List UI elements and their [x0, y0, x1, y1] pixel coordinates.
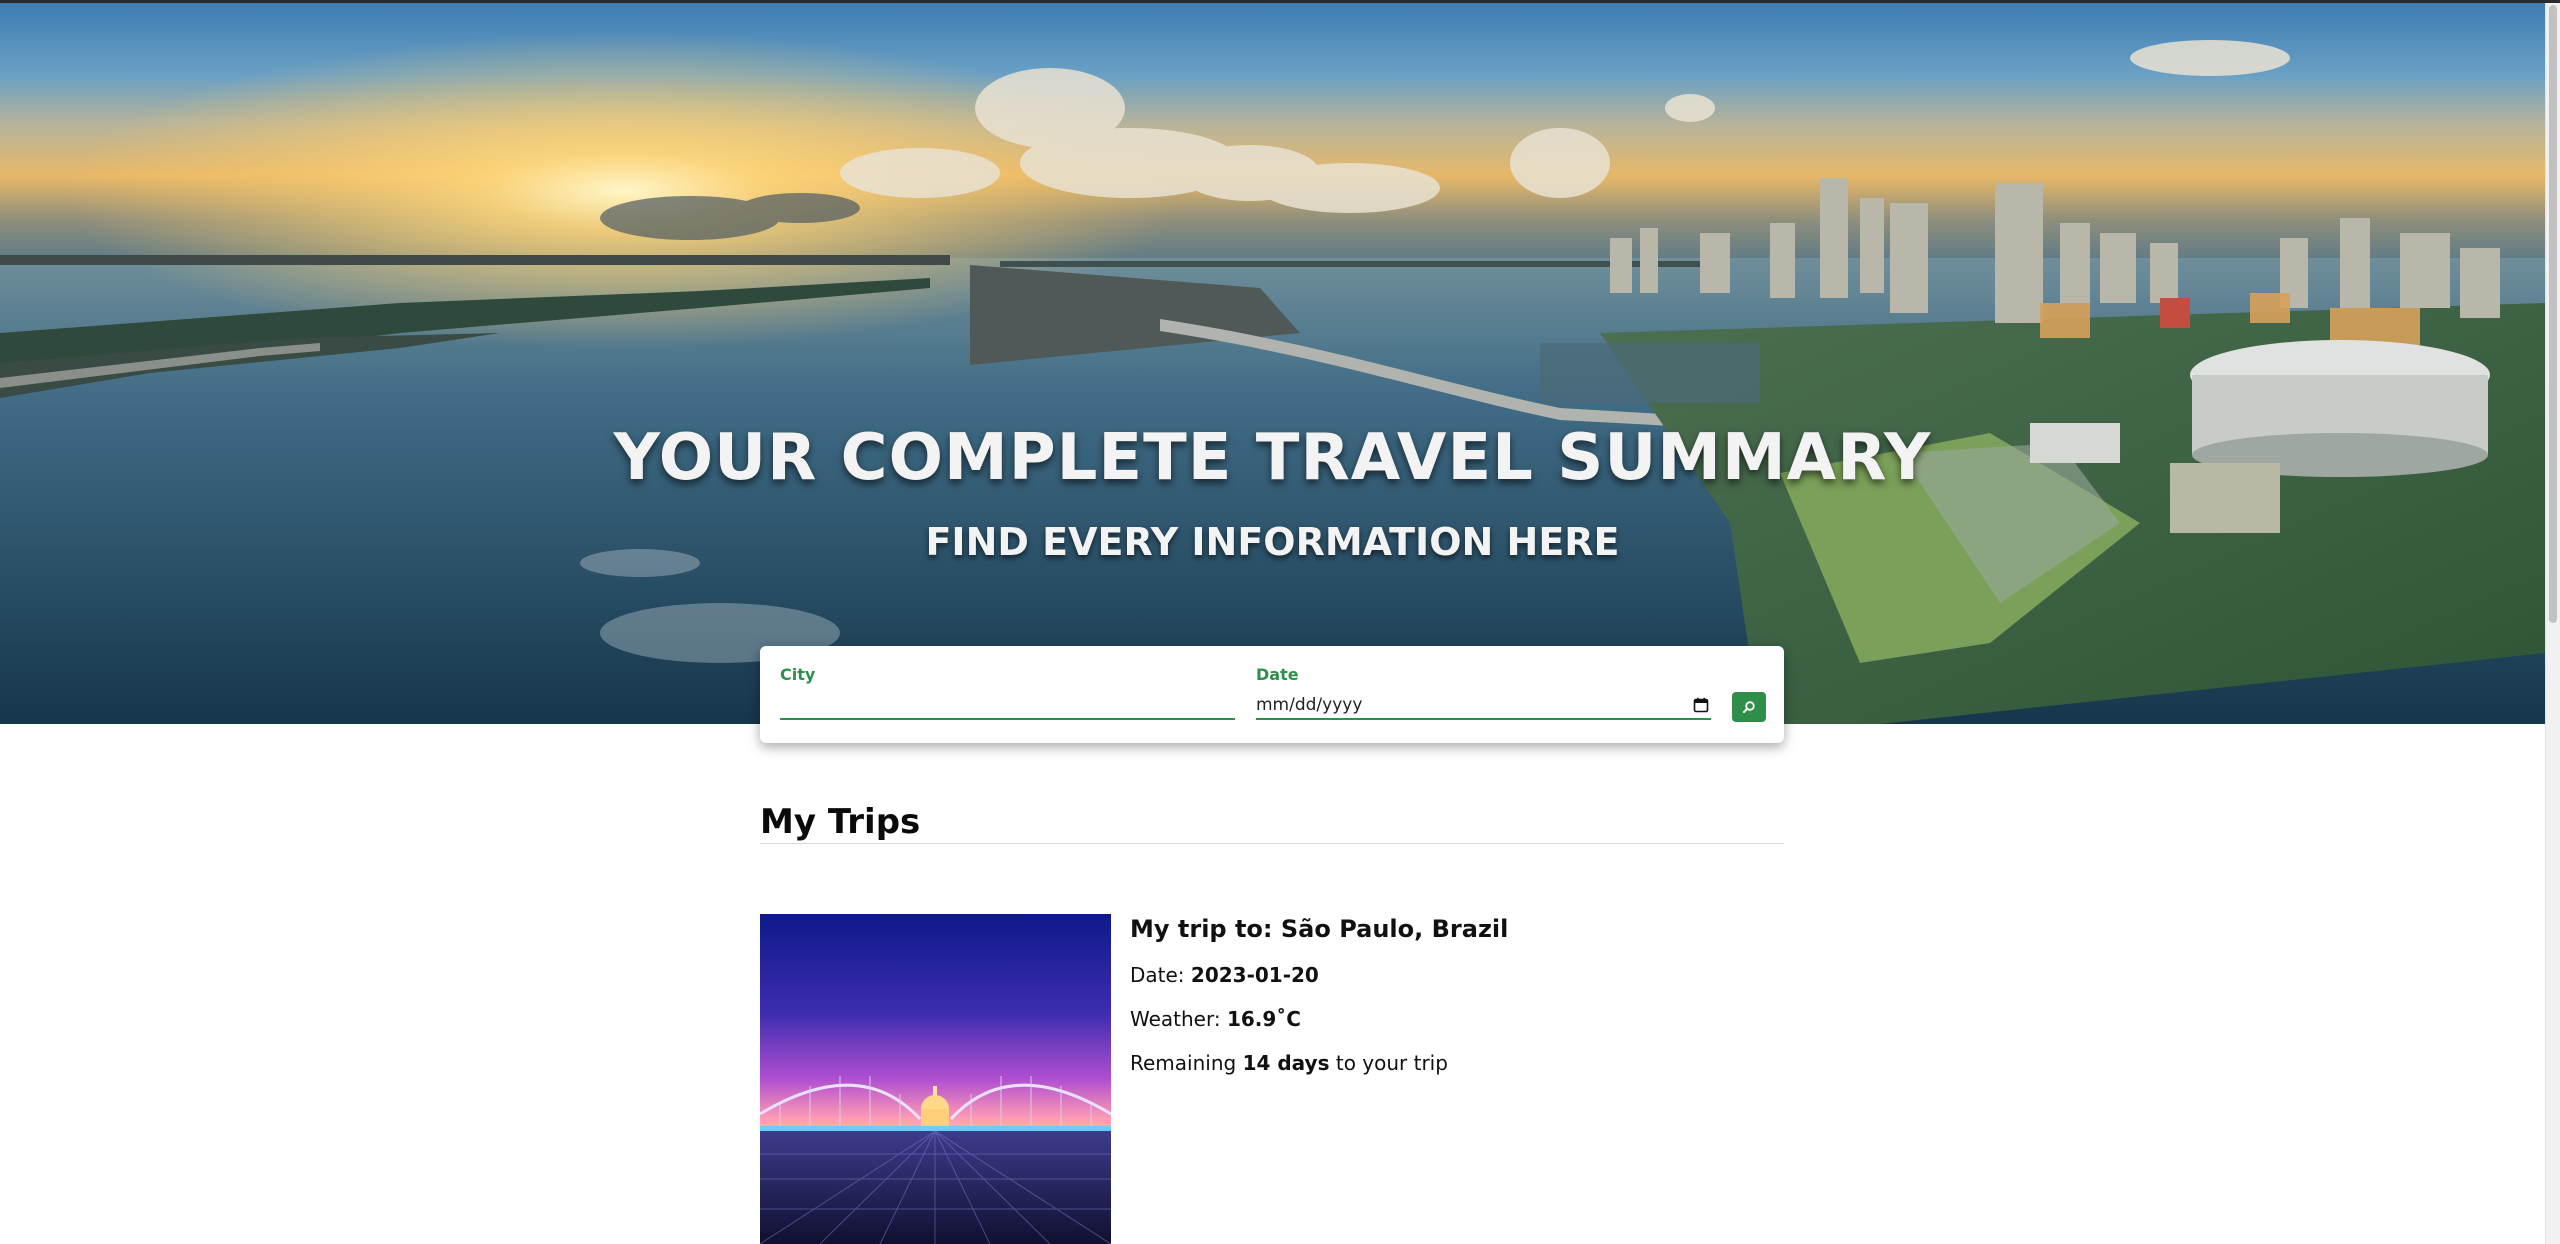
calendar-icon[interactable] [1693, 697, 1709, 713]
hero-banner: YOUR COMPLETE TRAVEL SUMMARY FIND EVERY … [0, 3, 2545, 724]
trip-date: Date: 2023-01-20 [1130, 962, 1319, 988]
trip-destination: São Paulo, Brazil [1280, 915, 1509, 943]
trip-date-label: Date: [1130, 963, 1191, 987]
city-label: City [780, 665, 816, 684]
trip-remaining-suffix: to your trip [1329, 1051, 1448, 1075]
section-divider [760, 843, 1784, 844]
date-input[interactable]: mm/dd/yyyy [1256, 692, 1711, 720]
trip-card: My trip to: São Paulo, Brazil Date: 2023… [760, 914, 1784, 1244]
hero-subtitle: FIND EVERY INFORMATION HERE [925, 520, 1620, 564]
page-scrollbar[interactable] [2545, 3, 2560, 1244]
trip-title-prefix: My trip to: [1130, 915, 1281, 943]
my-trips-heading: My Trips [760, 802, 921, 842]
trip-date-value: 2023-01-20 [1190, 963, 1319, 987]
trip-destination-image [760, 914, 1111, 1244]
page: YOUR COMPLETE TRAVEL SUMMARY FIND EVERY … [0, 0, 2560, 1244]
trip-search-form: City Date mm/dd/yyyy [760, 646, 1784, 743]
window-top-border [0, 0, 2560, 3]
trip-weather-value: 16.9˚C [1226, 1007, 1301, 1031]
search-icon [1743, 701, 1755, 713]
trip-remaining-days: 14 days [1242, 1051, 1330, 1075]
date-label: Date [1256, 665, 1299, 684]
trip-title: My trip to: São Paulo, Brazil [1130, 914, 1508, 944]
trip-weather-label: Weather: [1130, 1007, 1227, 1031]
hero-background-image [0, 3, 2545, 724]
date-field: Date mm/dd/yyyy [1256, 664, 1711, 722]
city-field: City [780, 664, 1235, 722]
date-placeholder: mm/dd/yyyy [1256, 695, 1363, 715]
trip-weather: Weather: 16.9˚C [1130, 1006, 1301, 1032]
city-input[interactable] [780, 692, 1235, 720]
scrollbar-thumb[interactable] [2549, 5, 2557, 623]
search-button[interactable] [1732, 692, 1766, 722]
trip-remaining-prefix: Remaining [1130, 1051, 1243, 1075]
trip-remaining: Remaining 14 days to your trip [1130, 1050, 1448, 1076]
hero-title: YOUR COMPLETE TRAVEL SUMMARY [613, 421, 1932, 495]
